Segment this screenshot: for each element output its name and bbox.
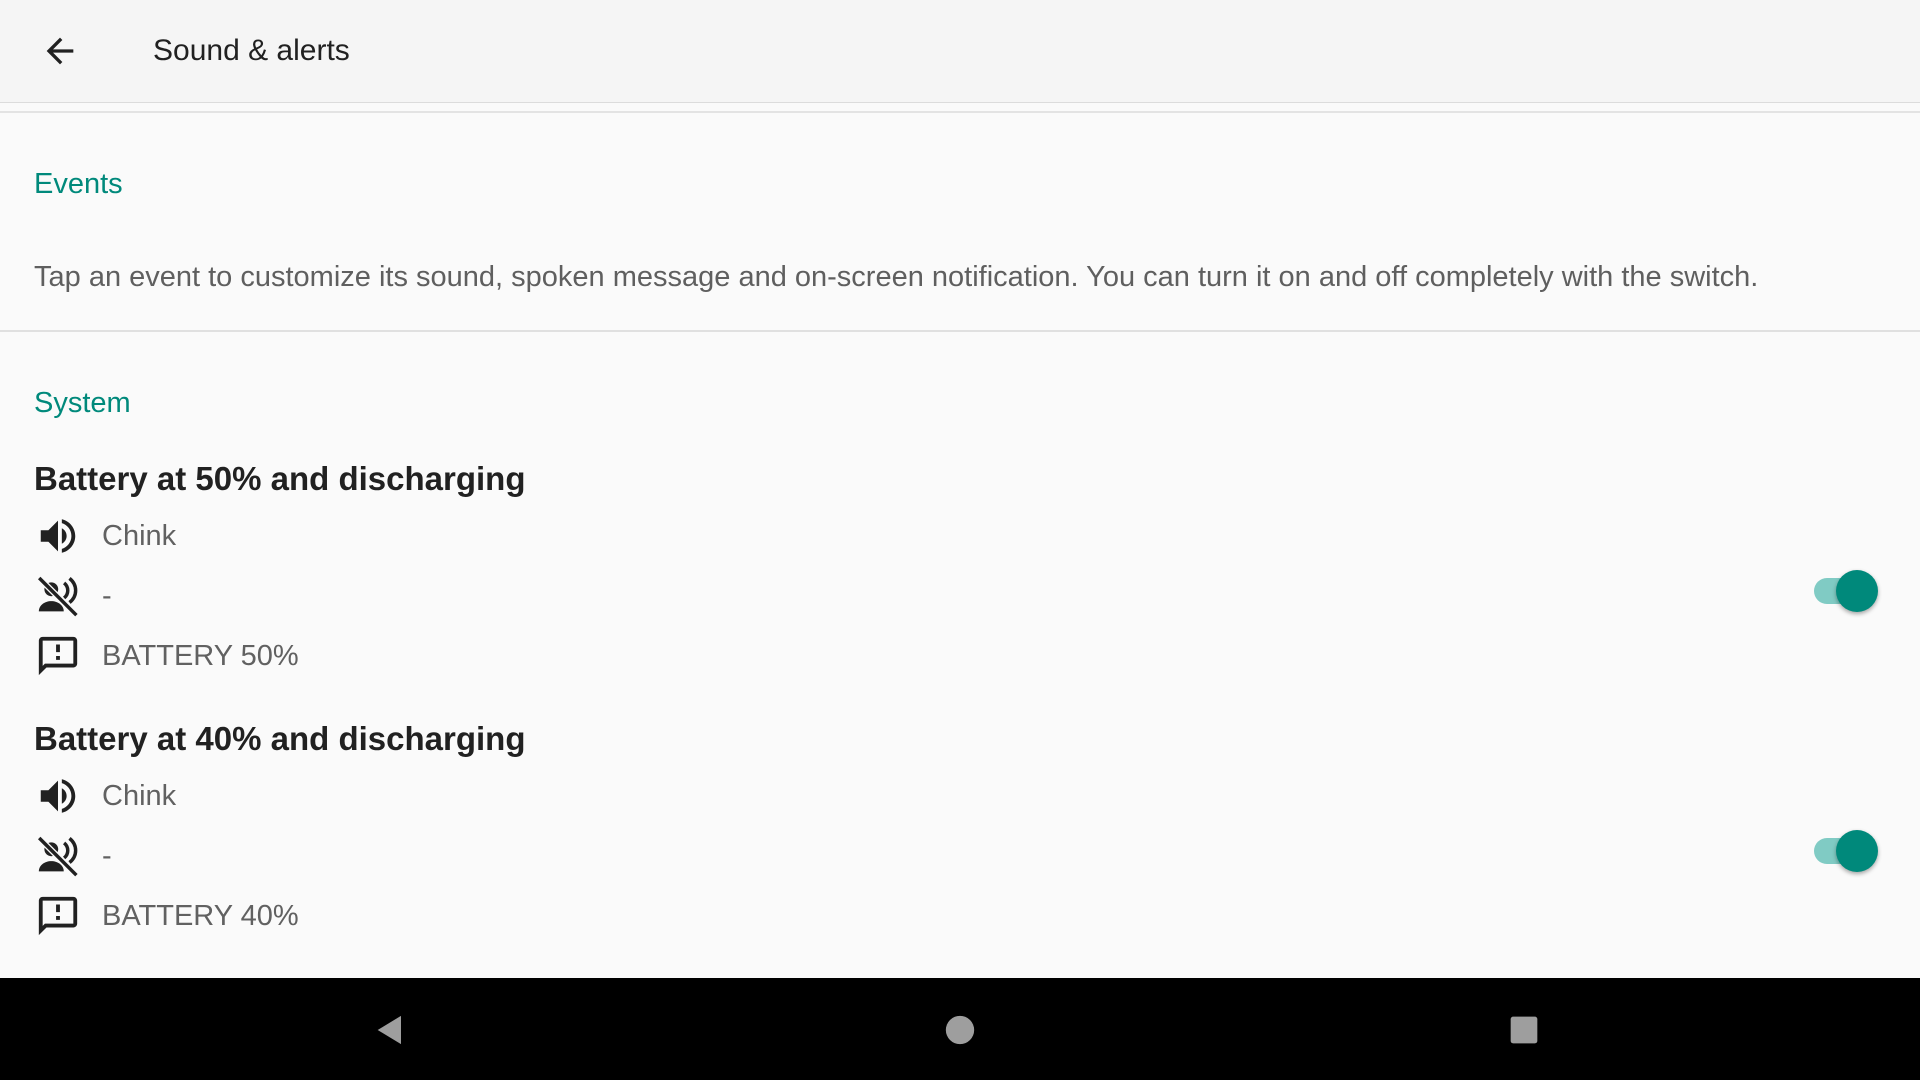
voice-off-icon [34,572,82,620]
event-notification-row: BATTERY 40% [34,890,299,942]
nav-back-button[interactable] [341,990,441,1070]
event-title: Battery at 50% and discharging [34,460,526,497]
events-section-header: Events [34,168,123,200]
event-enable-switch[interactable] [1812,562,1880,618]
arrow-back-icon [46,37,74,65]
event-sound-value: Chink [102,520,177,552]
event-enable-switch[interactable] [1812,822,1880,878]
section-divider [0,330,1920,332]
screen: Sound & alerts Events Tap an event to cu… [0,0,1920,1080]
feedback-icon [34,892,82,940]
nav-recents-button[interactable] [1474,990,1574,1070]
nav-recents-square-icon [1510,1016,1538,1044]
event-speech-value: - [102,840,112,872]
event-sound-value: Chink [102,780,177,812]
event-speech-value: - [102,580,112,612]
page-title: Sound & alerts [153,34,350,67]
event-notification-value: BATTERY 50% [102,640,299,672]
event-item-battery-40[interactable]: Battery at 40% and discharging Chink - B… [0,718,1920,958]
back-button[interactable] [24,11,96,91]
volume-up-icon [34,772,82,820]
event-notification-value: BATTERY 40% [102,900,299,932]
app-bar-divider [0,103,1920,113]
switch-thumb [1836,830,1878,872]
nav-back-triangle-icon [377,1015,401,1045]
event-item-battery-50[interactable]: Battery at 50% and discharging Chink - B… [0,458,1920,698]
nav-home-circle-icon [945,1015,975,1045]
switch-thumb [1836,570,1878,612]
nav-home-button[interactable] [910,990,1010,1070]
app-bar: Sound & alerts [0,0,1920,103]
volume-up-icon [34,512,82,560]
event-speech-row: - [34,830,112,882]
event-notification-row: BATTERY 50% [34,630,299,682]
event-sound-row: Chink [34,770,176,822]
navigation-bar [0,978,1920,1080]
events-description: Tap an event to customize its sound, spo… [34,261,1759,293]
system-section-header: System [34,387,131,419]
event-speech-row: - [34,570,112,622]
event-title: Battery at 40% and discharging [34,720,526,757]
feedback-icon [34,632,82,680]
voice-off-icon [34,832,82,880]
event-sound-row: Chink [34,510,176,562]
